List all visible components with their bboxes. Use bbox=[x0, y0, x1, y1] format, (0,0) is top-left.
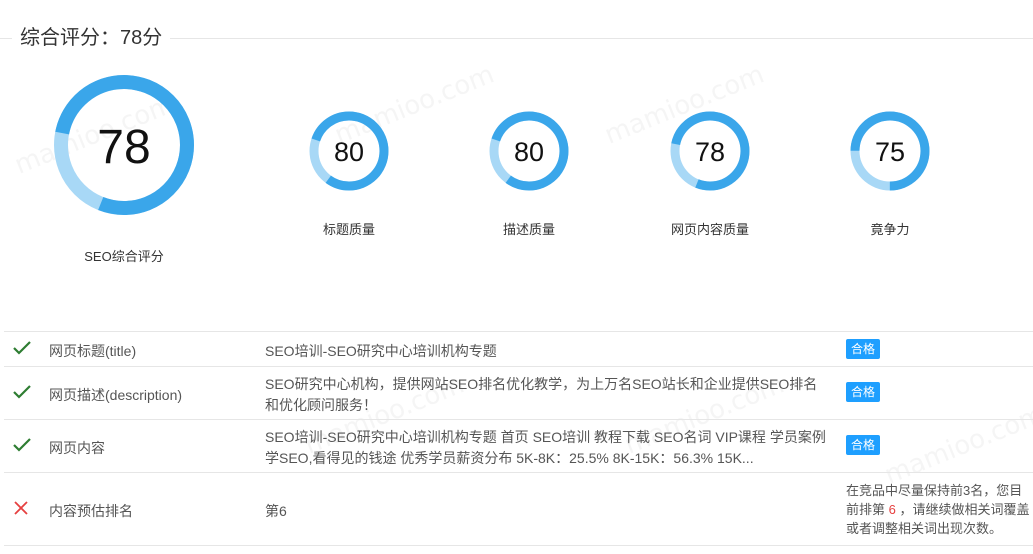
ring-chart: 80 bbox=[489, 111, 569, 191]
gauge-seo-overall: 78 SEO综合评分 bbox=[34, 74, 214, 265]
table-row: 内容预估排名 第6 在竞品中尽量保持前3名，您目 前排第 6 ，请继续做相关词覆… bbox=[4, 473, 1033, 546]
row-value-line2: 学SEO,看得见的钱途 优秀学员薪资分布 5K-8K：25.5% 8K-15K：… bbox=[265, 450, 754, 466]
gauge-label: 标题质量 bbox=[322, 222, 375, 237]
row-value-line1: SEO培训-SEO研究中心培训机构专题 首页 SEO培训 教程下载 SEO名词 … bbox=[265, 429, 826, 445]
row-value: SEO培训-SEO研究中心培训机构专题 bbox=[265, 343, 497, 359]
ring-chart: 78 bbox=[670, 111, 750, 191]
gauge-label: SEO综合评分 bbox=[84, 249, 164, 264]
advice-line: 前排第 6 ，请继续做相关词覆盖 bbox=[846, 500, 1029, 519]
gauge-content-quality: 78 网页内容质量 bbox=[650, 110, 770, 238]
table-row: 网页描述(description) SEO研究中心机构，提供网站SEO排名优化教… bbox=[4, 367, 1033, 420]
row-value-line2: 和优化顾问服务！ bbox=[265, 397, 377, 413]
row-value: 第6 bbox=[265, 503, 287, 519]
advice-line: 在竞品中尽量保持前3名，您目 bbox=[846, 483, 1023, 498]
cross-icon bbox=[12, 500, 30, 521]
gauge-value: 80 bbox=[334, 137, 364, 167]
advice-text: ，请继续做相关词覆盖 bbox=[895, 502, 1030, 517]
ring-chart: 80 bbox=[309, 111, 389, 191]
check-icon bbox=[12, 384, 32, 405]
row-name: 网页内容 bbox=[49, 440, 105, 456]
gauge-competitiveness: 75 竟争力 bbox=[830, 110, 950, 238]
table-row: 网页内容 SEO培训-SEO研究中心培训机构专题 首页 SEO培训 教程下载 S… bbox=[4, 420, 1033, 473]
gauge-value: 78 bbox=[97, 121, 150, 174]
advice-text: 前排第 bbox=[846, 502, 889, 517]
advice-line: 或者调整相关词出现次数。 bbox=[846, 521, 1003, 536]
gauge-label: 竟争力 bbox=[870, 222, 910, 237]
table-row: 网页标题(title) SEO培训-SEO研究中心培训机构专题 合格 bbox=[4, 332, 1033, 367]
row-name: 内容预估排名 bbox=[49, 503, 133, 519]
ring-chart: 78 bbox=[54, 75, 194, 215]
status-badge: 合格 bbox=[846, 339, 881, 359]
rank-number: 6 bbox=[888, 502, 896, 517]
check-icon bbox=[12, 340, 32, 361]
section-header: 综合评分：78分 bbox=[0, 14, 1033, 62]
seo-results-table: 网页标题(title) SEO培训-SEO研究中心培训机构专题 合格 网页描述(… bbox=[4, 331, 1033, 546]
status-badge: 合格 bbox=[846, 435, 881, 455]
check-icon bbox=[12, 437, 32, 458]
gauge-title-quality: 80 标题质量 bbox=[289, 110, 409, 238]
gauge-label: 描述质量 bbox=[502, 222, 555, 237]
row-name: 网页标题(title) bbox=[49, 343, 137, 359]
gauge-value: 80 bbox=[514, 137, 544, 167]
row-value-line1: SEO研究中心机构，提供网站SEO排名优化教学，为上万名SEO站长和企业提供SE… bbox=[265, 376, 818, 392]
ranking-advice: 在竞品中尽量保持前3名，您目 前排第 6 ，请继续做相关词覆盖 或者调整相关词出… bbox=[846, 481, 1029, 538]
ring-chart: 75 bbox=[850, 111, 930, 191]
page-title: 综合评分：78分 bbox=[12, 24, 171, 52]
gauge-desc-quality: 80 描述质量 bbox=[469, 110, 589, 238]
row-name: 网页描述(description) bbox=[49, 387, 183, 403]
status-badge: 合格 bbox=[846, 382, 881, 402]
gauge-label: 网页内容质量 bbox=[670, 222, 749, 237]
gauge-value: 75 bbox=[875, 137, 905, 167]
gauge-value: 78 bbox=[695, 137, 725, 167]
